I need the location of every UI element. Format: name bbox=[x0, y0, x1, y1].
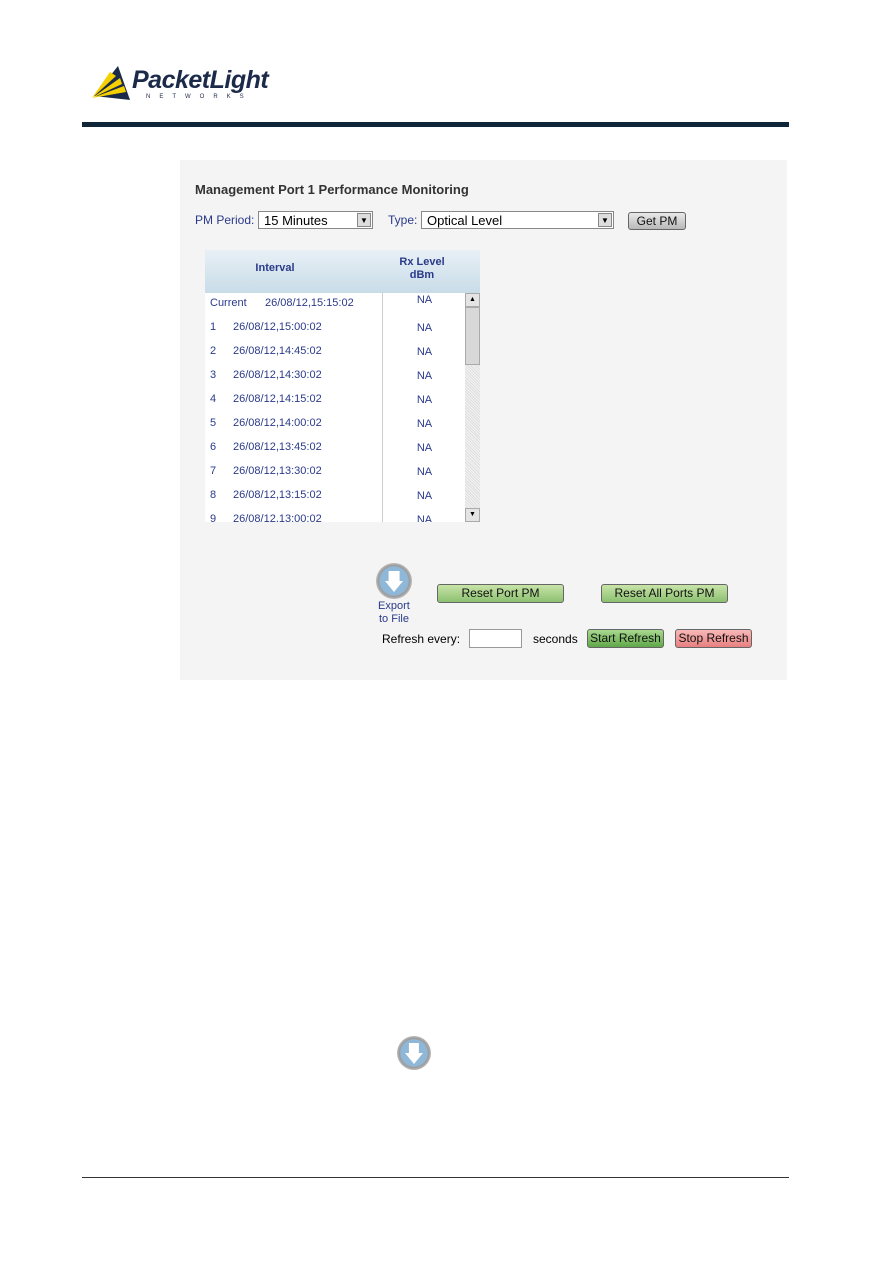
table-row: 9 26/08/12,13:00:02 NA bbox=[205, 509, 465, 522]
row-rx-level: NA bbox=[382, 341, 466, 365]
table-row: 5 26/08/12,14:00:02 NA bbox=[205, 413, 465, 438]
row-index: 2 bbox=[210, 345, 217, 357]
stop-refresh-button[interactable]: Stop Refresh bbox=[675, 629, 752, 648]
logo-mark-icon bbox=[92, 66, 130, 100]
export-label-1[interactable]: Export bbox=[378, 600, 410, 612]
row-time: 26/08/12,15:00:02 bbox=[233, 321, 322, 333]
type-label: Type: bbox=[388, 213, 418, 227]
row-time: 26/08/12,14:15:02 bbox=[233, 393, 322, 405]
row-time: 26/08/12,13:30:02 bbox=[233, 465, 322, 477]
export-label-2[interactable]: to File bbox=[379, 613, 409, 625]
pm-period-label: PM Period: bbox=[195, 213, 255, 227]
row-rx-level: NA bbox=[382, 317, 466, 341]
row-time: 26/08/12,13:00:02 bbox=[233, 513, 322, 522]
scroll-down-icon[interactable]: ▼ bbox=[465, 508, 480, 522]
scroll-up-icon[interactable]: ▲ bbox=[465, 293, 480, 307]
pm-table: Interval Rx Level dBm Current 26/08/12,15… bbox=[205, 250, 480, 522]
export-to-file-icon[interactable] bbox=[376, 563, 412, 599]
start-refresh-button[interactable]: Start Refresh bbox=[587, 629, 664, 648]
reset-all-ports-pm-button[interactable]: Reset All Ports PM bbox=[601, 584, 728, 603]
pm-period-value: 15 Minutes bbox=[264, 213, 328, 228]
refresh-interval-input[interactable] bbox=[469, 629, 522, 648]
table-header: Interval Rx Level dBm bbox=[205, 250, 480, 293]
row-index: 8 bbox=[210, 489, 217, 501]
row-rx-level: NA bbox=[382, 389, 466, 413]
row-index: 1 bbox=[210, 321, 217, 333]
row-rx-level: NA bbox=[382, 509, 466, 522]
row-index: 7 bbox=[210, 465, 217, 477]
row-index: 4 bbox=[210, 393, 217, 405]
header-interval: Interval bbox=[255, 262, 295, 274]
table-row: 7 26/08/12,13:30:02 NA bbox=[205, 461, 465, 486]
packetlight-logo: PacketLight NETWORKS bbox=[90, 64, 270, 104]
page-title: Management Port 1 Performance Monitoring bbox=[195, 182, 469, 197]
header-rx-level: Rx Level bbox=[399, 256, 445, 268]
pm-period-select[interactable]: 15 Minutes ▼ bbox=[258, 211, 373, 229]
table-row: 3 26/08/12,14:30:02 NA bbox=[205, 365, 465, 390]
footer-divider bbox=[82, 1177, 789, 1178]
row-index: 6 bbox=[210, 441, 217, 453]
table-scrollbar[interactable]: ▲ ▼ bbox=[465, 293, 480, 522]
row-time: 26/08/12,14:30:02 bbox=[233, 369, 322, 381]
type-value: Optical Level bbox=[427, 213, 503, 228]
row-rx-level: NA bbox=[382, 461, 466, 485]
chevron-down-icon: ▼ bbox=[357, 213, 371, 227]
refresh-label: Refresh every: bbox=[382, 632, 461, 646]
seconds-label: seconds bbox=[533, 632, 578, 646]
row-index: 3 bbox=[210, 369, 217, 381]
row-rx-level: NA bbox=[382, 437, 466, 461]
row-time: 26/08/12,15:15:02 bbox=[265, 297, 354, 309]
table-row: 6 26/08/12,13:45:02 NA bbox=[205, 437, 465, 462]
row-rx-level: NA bbox=[382, 485, 466, 509]
row-rx-level: NA bbox=[382, 293, 466, 317]
row-time: 26/08/12,14:45:02 bbox=[233, 345, 322, 357]
table-row: 1 26/08/12,15:00:02 NA bbox=[205, 317, 465, 342]
table-row: Current 26/08/12,15:15:02 NA bbox=[205, 293, 465, 318]
header-divider bbox=[82, 122, 789, 127]
header-rx-unit: dBm bbox=[409, 269, 435, 281]
export-icon bbox=[397, 1036, 431, 1070]
row-time: 26/08/12,13:15:02 bbox=[233, 489, 322, 501]
scroll-thumb[interactable] bbox=[465, 307, 480, 365]
row-index: 9 bbox=[210, 513, 217, 522]
row-rx-level: NA bbox=[382, 365, 466, 389]
table-row: 4 26/08/12,14:15:02 NA bbox=[205, 389, 465, 414]
row-time: 26/08/12,13:45:02 bbox=[233, 441, 322, 453]
table-row: 2 26/08/12,14:45:02 NA bbox=[205, 341, 465, 366]
get-pm-button[interactable]: Get PM bbox=[628, 212, 686, 230]
table-row: 8 26/08/12,13:15:02 NA bbox=[205, 485, 465, 510]
row-index: 5 bbox=[210, 417, 217, 429]
type-select[interactable]: Optical Level ▼ bbox=[421, 211, 614, 229]
row-index: Current bbox=[210, 297, 247, 309]
reset-port-pm-button[interactable]: Reset Port PM bbox=[437, 584, 564, 603]
row-rx-level: NA bbox=[382, 413, 466, 437]
chevron-down-icon: ▼ bbox=[598, 213, 612, 227]
row-time: 26/08/12,14:00:02 bbox=[233, 417, 322, 429]
